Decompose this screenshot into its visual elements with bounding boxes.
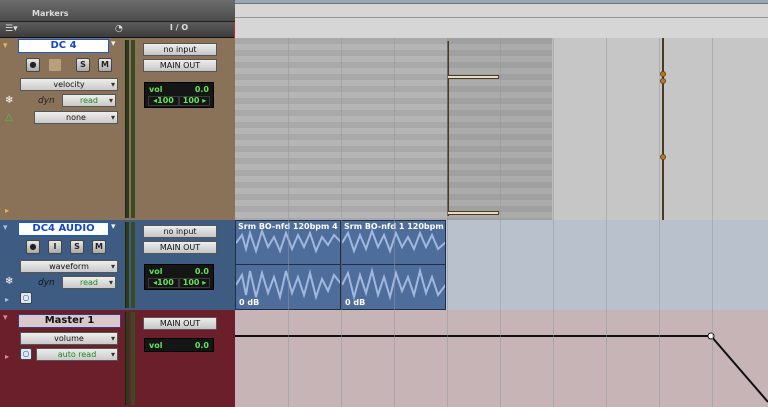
grid-line [394,38,395,407]
timeline-rulers [235,0,768,38]
region-gain: 0 dB [345,298,366,307]
io-column: no input MAIN OUT vol 0.0 ◂100 100 ▸ [140,38,220,220]
midi-note[interactable] [447,75,499,79]
input-selector[interactable]: no input [143,43,217,56]
group-icon[interactable]: ○ [20,348,32,360]
level-meter [131,40,135,218]
pan-right-value[interactable]: 100 ▸ [179,278,210,288]
input-monitor-button[interactable]: I [48,240,62,254]
track-name[interactable]: DC 4 [18,39,109,53]
volume-pan-display[interactable]: vol 0.0 ◂100 100 ▸ [144,264,214,290]
grid-line [341,38,342,407]
audio-lane[interactable]: Srm BO-nfd 120bpm 4 0 dB Srm BO-nfd 1 12… [235,220,768,310]
velocity-stalk[interactable] [662,38,664,220]
region-gain: 0 dB [239,298,260,307]
io-column: MAIN OUT vol 0.0 [140,310,220,407]
midi-note[interactable] [447,211,499,215]
expand-arrow-icon[interactable]: ▾ [3,223,8,233]
grid-line [553,38,554,407]
velocity-point[interactable] [660,154,666,160]
track-column-header: ☰▾ ◔ I / O [0,22,235,38]
mute-button[interactable]: M [92,240,106,254]
edit-window[interactable]: Srm BO-nfd 120bpm 4 0 dB Srm BO-nfd 1 12… [235,38,768,407]
midi-lane[interactable] [235,38,768,220]
record-button[interactable]: ● [26,58,40,72]
track-master[interactable]: ▾ Master 1 volume ○ auto read ▸ MAIN OUT… [0,310,235,407]
snowflake-icon[interactable]: ❄ [5,276,13,287]
grid-line [712,38,713,407]
resize-arrow-icon[interactable]: ▸ [5,206,9,215]
track-dc4-audio[interactable]: ▾ DC4 AUDIO ▾ ● I S M waveform ❄ dyn rea… [0,220,235,310]
pan-right-value[interactable]: 100 ▸ [179,96,210,106]
solo-button[interactable]: S [76,58,90,72]
record-button[interactable]: ● [26,240,40,254]
automation-label: dyn [38,278,55,288]
automation-mode-selector[interactable]: read [62,94,116,107]
velocity-point[interactable] [660,71,666,77]
automation-mode-selector[interactable]: auto read [36,348,118,361]
group-triangle-icon[interactable]: △ [5,112,13,123]
volume-value[interactable]: 0.0 [195,341,209,350]
track-dc4[interactable]: ▾ DC 4 ▾ ● S M velocity ❄ dyn read △ non… [0,38,235,220]
track-view-selector[interactable]: waveform [20,260,118,273]
ruler-divider [235,17,768,18]
mute-button[interactable]: M [98,58,112,72]
clock-icon[interactable]: ◔ [115,24,123,34]
velocity-point[interactable] [660,78,666,84]
grid-line [288,38,289,407]
pan-left-value[interactable]: ◂100 [148,96,179,106]
dropdown-arrow-icon[interactable]: ▾ [111,39,116,49]
markers-label: Markers [32,9,69,18]
track-name[interactable]: DC4 AUDIO [18,222,109,236]
output-selector[interactable]: MAIN OUT [143,59,217,72]
automation-mode-selector[interactable]: read [62,276,116,289]
expand-arrow-icon[interactable]: ▾ [3,41,8,51]
automation-label: dyn [38,96,55,106]
level-meter [125,222,129,308]
volume-value[interactable]: 0.0 [195,267,209,276]
track-view-selector[interactable]: volume [20,332,118,345]
ruler-strip [235,0,768,4]
grid-line [659,38,660,407]
grid-line [447,38,448,407]
resize-arrow-icon[interactable]: ▸ [5,352,9,361]
volume-display[interactable]: vol 0.0 [144,338,214,352]
markers-ruler-header: Markers [0,0,235,22]
output-selector[interactable]: MAIN OUT [143,241,217,254]
volume-label: vol [149,267,163,276]
resize-arrow-icon[interactable]: ▸ [5,295,9,304]
volume-pan-display[interactable]: vol 0.0 ◂100 100 ▸ [144,82,214,108]
level-meter [125,40,129,218]
io-column-header: I / O [169,23,189,32]
snowflake-icon[interactable]: ❄ [5,95,13,106]
list-menu-icon[interactable]: ☰▾ [5,24,18,34]
level-meter [125,312,129,405]
group-selector[interactable]: none [34,111,118,124]
volume-automation-line[interactable] [235,310,768,407]
volume-value[interactable]: 0.0 [195,85,209,94]
track-name[interactable]: Master 1 [18,314,121,328]
expand-arrow-icon[interactable]: ▾ [3,313,8,323]
output-selector[interactable]: MAIN OUT [143,317,217,330]
input-monitor-button[interactable] [48,58,62,72]
pan-left-value[interactable]: ◂100 [148,278,179,288]
level-meter [131,312,135,405]
input-selector[interactable]: no input [143,225,217,238]
grid-line [606,38,607,407]
io-column: no input MAIN OUT vol 0.0 ◂100 100 ▸ [140,220,220,310]
volume-label: vol [149,85,163,94]
dropdown-arrow-icon[interactable]: ▾ [111,222,116,232]
master-lane[interactable] [235,310,768,407]
level-meter [131,222,135,308]
track-view-selector[interactable]: velocity [20,78,118,91]
solo-button[interactable]: S [70,240,84,254]
group-icon[interactable]: ○ [20,292,32,304]
volume-label: vol [149,341,163,350]
grid-line [500,38,501,407]
